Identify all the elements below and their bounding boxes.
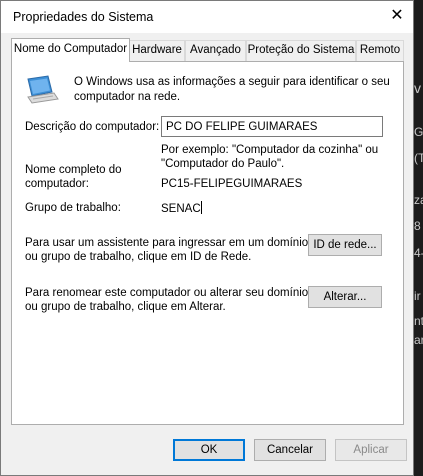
- ok-button[interactable]: OK: [173, 439, 245, 461]
- background-fragment: za: [414, 193, 423, 207]
- network-id-text-line2: ou grupo de trabalho, clique em ID de Re…: [25, 251, 252, 263]
- background-fragment: (T: [414, 151, 423, 165]
- system-properties-dialog: Propriedades do Sistema ✕ Nome do Comput…: [0, 0, 414, 476]
- background-fragment: ir: [414, 289, 421, 303]
- tab-advanced[interactable]: Avançado: [185, 40, 246, 61]
- example-text-line1: Por exemplo: "Computador da cozinha" ou: [161, 144, 379, 156]
- tab-remote[interactable]: Remoto: [356, 40, 404, 61]
- intro-text-line1: O Windows usa as informações a seguir pa…: [74, 76, 390, 88]
- description-label: Descrição do computador:: [25, 121, 160, 133]
- background-fragment: ar: [414, 333, 423, 347]
- computer-name-panel: O Windows usa as informações a seguir pa…: [11, 61, 404, 425]
- full-name-label-line1: Nome completo do: [25, 164, 122, 176]
- workgroup-value-row: SENAC: [161, 201, 202, 216]
- apply-button[interactable]: Aplicar: [335, 439, 407, 461]
- change-button[interactable]: Alterar...: [308, 286, 382, 308]
- background-fragment: G: [414, 125, 423, 139]
- close-icon[interactable]: ✕: [381, 1, 413, 33]
- full-name-value: PC15-FELIPEGUIMARAES: [161, 178, 303, 190]
- description-input[interactable]: [161, 116, 383, 137]
- title-bar[interactable]: Propriedades do Sistema ✕: [1, 1, 413, 33]
- tab-hardware[interactable]: Hardware: [129, 40, 185, 61]
- example-text-line2: "Computador do Paulo".: [161, 158, 285, 170]
- cancel-button[interactable]: Cancelar: [254, 439, 326, 461]
- tab-computer-name[interactable]: Nome do Computador: [11, 38, 130, 62]
- rename-text-line2: ou grupo de trabalho, clique em Alterar.: [25, 301, 226, 313]
- background-fragment: v: [414, 80, 421, 96]
- intro-text-line2: computador na rede.: [74, 91, 181, 103]
- network-id-text-line1: Para usar um assistente para ingressar e…: [25, 237, 309, 249]
- text-caret: [200, 201, 202, 214]
- background-fragment: 4-: [414, 246, 423, 260]
- workgroup-label: Grupo de trabalho:: [25, 202, 121, 214]
- tab-system-protection[interactable]: Proteção do Sistema: [246, 40, 356, 61]
- network-id-button[interactable]: ID de rede...: [308, 234, 382, 256]
- window-title: Propriedades do Sistema: [13, 10, 154, 24]
- rename-text-line1: Para renomear este computador ou alterar…: [25, 287, 309, 299]
- background-fragment: 8: [414, 219, 421, 233]
- workgroup-value: SENAC: [161, 203, 201, 215]
- full-name-label-line2: computador:: [25, 178, 89, 190]
- background-fragment: nt: [414, 314, 423, 328]
- computer-icon: [27, 75, 59, 104]
